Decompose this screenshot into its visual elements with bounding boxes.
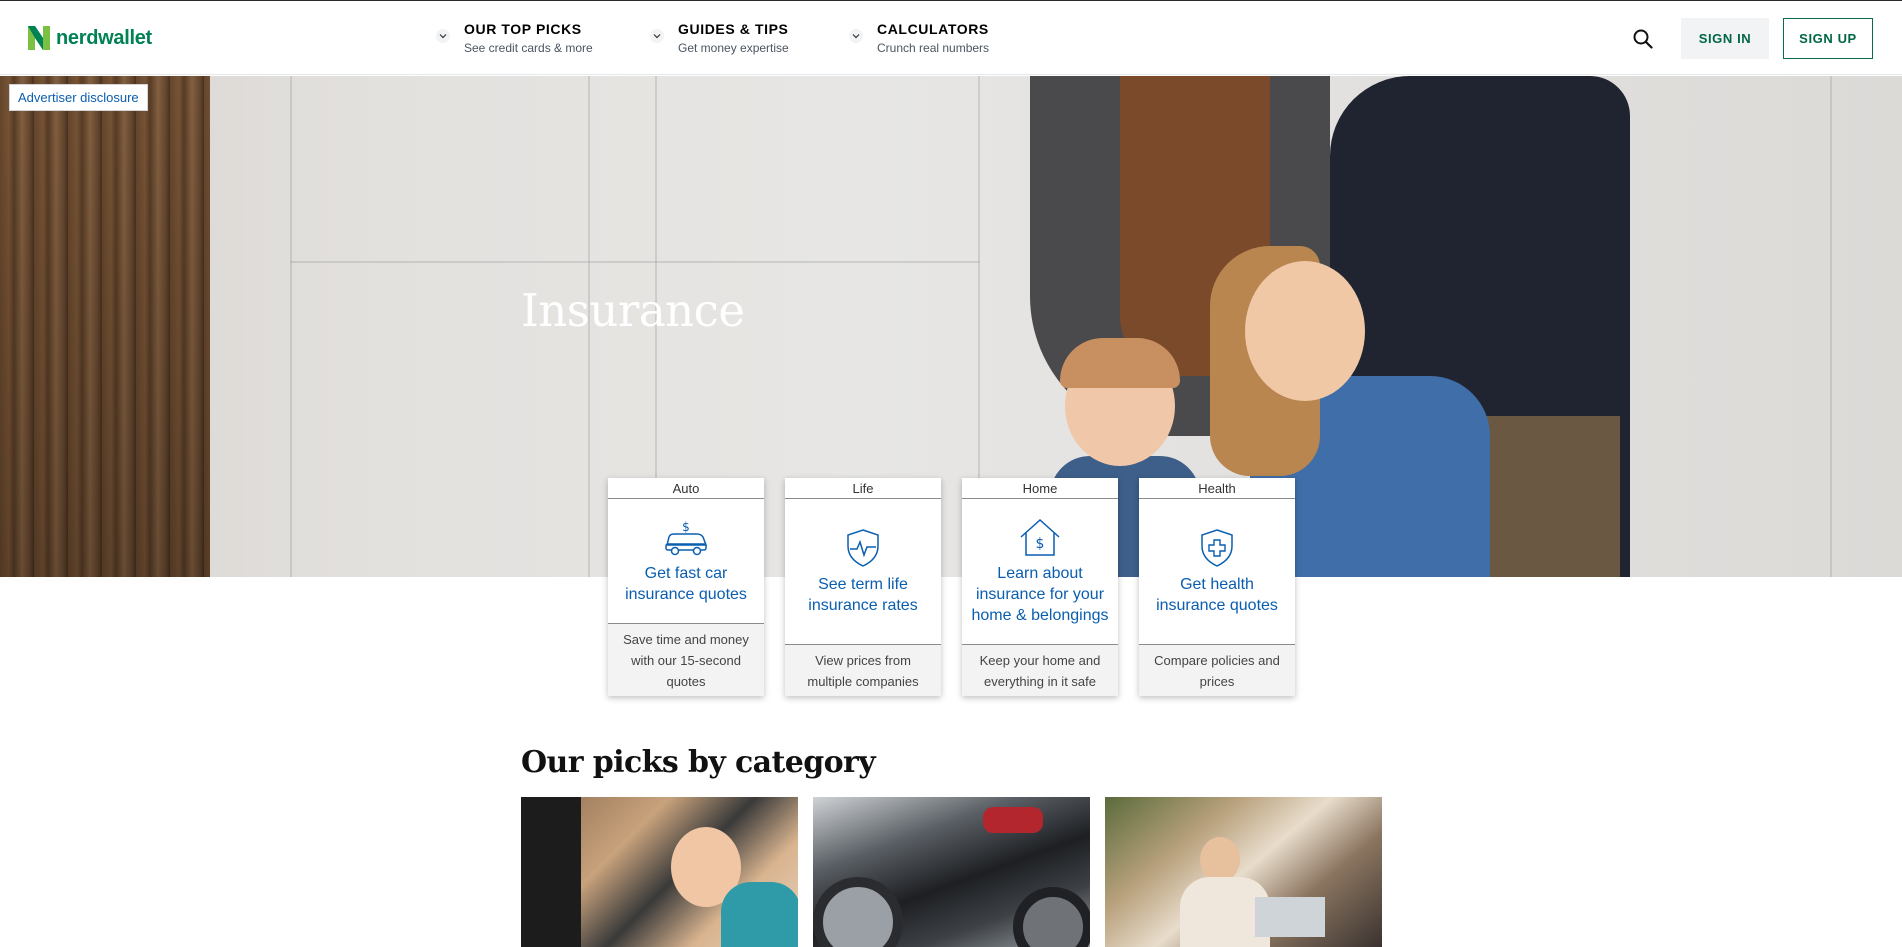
pick-card-image-home[interactable] <box>521 797 798 947</box>
sign-in-button[interactable]: SIGN IN <box>1681 18 1769 59</box>
nerdwallet-logo[interactable]: nerdwallet <box>28 26 152 50</box>
svg-text:$: $ <box>682 520 690 534</box>
pick-image-wheel <box>1013 887 1090 947</box>
hero-image-shade <box>0 76 210 577</box>
hero-image-wall-seam <box>1830 76 1832 577</box>
shield-cross-icon <box>1201 528 1233 567</box>
card-description: Keep your home and everything in it safe <box>962 644 1118 696</box>
card-description: View prices from multiple companies <box>785 644 941 696</box>
search-icon[interactable] <box>1631 27 1655 51</box>
page-title: Insurance <box>521 284 745 337</box>
chevron-down-icon <box>650 29 664 43</box>
card-main: Get health insurance quotes <box>1139 499 1295 644</box>
card-cta-link[interactable]: Learn about insurance for your home & be… <box>968 563 1112 626</box>
hero-image-figure <box>1060 338 1180 388</box>
pick-image-wheel <box>813 877 903 947</box>
car-dollar-icon: $ <box>665 520 708 556</box>
pick-image-laptop <box>1255 897 1325 937</box>
pick-card-image-health[interactable] <box>1105 797 1382 947</box>
card-health[interactable]: Health Get health insurance quotes Compa… <box>1139 478 1295 696</box>
nav-subtitle: See credit cards & more <box>464 41 593 55</box>
svg-text:$: $ <box>1036 536 1045 552</box>
card-cta-link[interactable]: See term life insurance rates <box>791 574 935 616</box>
insurance-cards: Auto $ Get fast car insurance quotes Sav… <box>608 478 1295 696</box>
card-cta-link[interactable]: Get fast car insurance quotes <box>614 563 758 605</box>
hero-image-wall-seam <box>290 76 292 577</box>
chevron-down-icon <box>436 29 450 43</box>
card-description: Save time and money with our 15-second q… <box>608 623 764 696</box>
pick-image-oven <box>521 797 581 947</box>
logo-text: nerdwallet <box>56 26 152 49</box>
pick-image-person <box>1200 837 1240 882</box>
nav-subtitle: Get money expertise <box>678 41 789 55</box>
card-label: Auto <box>608 478 764 499</box>
card-life[interactable]: Life See term life insurance rates View … <box>785 478 941 696</box>
nav-title: CALCULATORS <box>877 21 989 37</box>
card-main: $ Get fast car insurance quotes <box>608 499 764 623</box>
sign-up-button[interactable]: SIGN UP <box>1783 18 1873 59</box>
card-label: Home <box>962 478 1118 499</box>
nav-guides-tips[interactable]: GUIDES & TIPS Get money expertise <box>650 21 789 56</box>
hero-image-figure <box>1245 261 1365 401</box>
hero-image-wall-seam <box>290 261 980 263</box>
card-label: Health <box>1139 478 1295 499</box>
house-dollar-icon: $ <box>1020 518 1060 556</box>
shield-heartbeat-icon <box>847 528 879 567</box>
nav-subtitle: Crunch real numbers <box>877 41 990 55</box>
card-main: See term life insurance rates <box>785 499 941 644</box>
nerdwallet-logo-icon <box>28 26 50 50</box>
card-description: Compare policies and prices <box>1139 644 1295 696</box>
site-header: nerdwallet OUR TOP PICKS See credit card… <box>0 1 1902 75</box>
card-cta-link[interactable]: Get health insurance quotes <box>1145 574 1289 616</box>
nav-title: GUIDES & TIPS <box>678 21 789 37</box>
card-home[interactable]: Home $ Learn about insurance for your ho… <box>962 478 1118 696</box>
pick-image-person <box>721 882 798 947</box>
chevron-down-icon <box>849 29 863 43</box>
nav-title: OUR TOP PICKS <box>464 21 582 37</box>
advertiser-disclosure-link[interactable]: Advertiser disclosure <box>9 84 148 111</box>
pick-card-image-auto[interactable] <box>813 797 1090 947</box>
section-heading: Our picks by category <box>521 745 876 780</box>
pick-image-taillight <box>983 807 1043 833</box>
card-main: $ Learn about insurance for your home & … <box>962 499 1118 644</box>
card-auto[interactable]: Auto $ Get fast car insurance quotes Sav… <box>608 478 764 696</box>
card-label: Life <box>785 478 941 499</box>
nav-calculators[interactable]: CALCULATORS Crunch real numbers <box>849 21 989 56</box>
nav-our-top-picks[interactable]: OUR TOP PICKS See credit cards & more <box>436 21 593 56</box>
